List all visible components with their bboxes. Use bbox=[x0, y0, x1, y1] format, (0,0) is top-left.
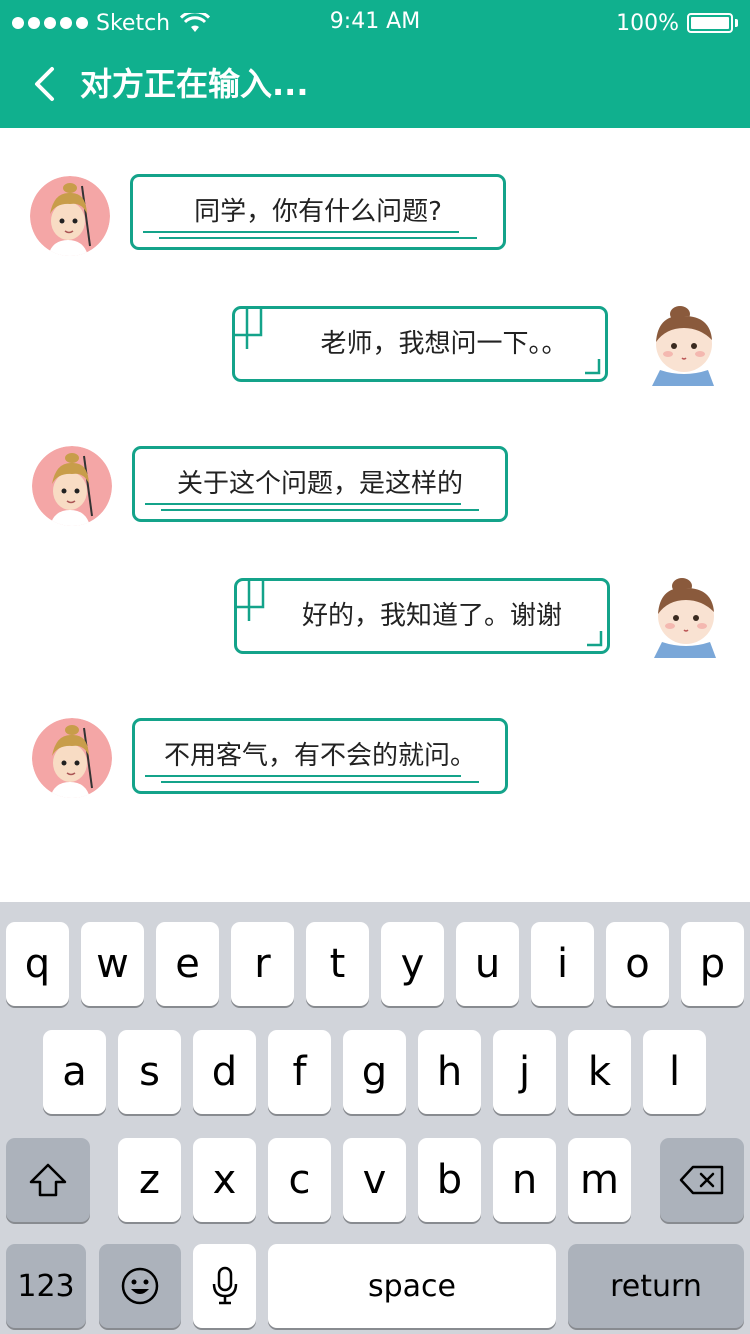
numbers-key[interactable]: 123 bbox=[6, 1244, 86, 1328]
student-avatar[interactable] bbox=[644, 572, 730, 658]
emoji-key[interactable] bbox=[99, 1244, 181, 1328]
key-g[interactable]: g bbox=[343, 1030, 406, 1114]
bubble-underline bbox=[145, 503, 461, 505]
back-button[interactable] bbox=[24, 62, 64, 106]
chevron-left-icon bbox=[35, 67, 54, 101]
key-v[interactable]: v bbox=[343, 1138, 406, 1222]
message-bubble-received[interactable]: 同学，你有什么问题? bbox=[130, 174, 506, 250]
bubble-underline bbox=[161, 509, 479, 511]
key-f[interactable]: f bbox=[268, 1030, 331, 1114]
key-y[interactable]: y bbox=[381, 922, 444, 1006]
key-e[interactable]: e bbox=[156, 922, 219, 1006]
message-text: 关于这个问题，是这样的 bbox=[176, 469, 463, 499]
key-o[interactable]: o bbox=[606, 922, 669, 1006]
key-m[interactable]: m bbox=[568, 1138, 631, 1222]
teacher-avatar[interactable] bbox=[30, 176, 110, 256]
battery-percent: 100% bbox=[616, 10, 679, 36]
bubble-corner-decoration bbox=[585, 359, 601, 375]
key-s[interactable]: s bbox=[118, 1030, 181, 1114]
microphone-icon bbox=[212, 1266, 237, 1305]
bubble-underline bbox=[161, 781, 479, 783]
key-k[interactable]: k bbox=[568, 1030, 631, 1114]
message-bubble-received[interactable]: 关于这个问题，是这样的 bbox=[132, 446, 508, 522]
dictation-key[interactable] bbox=[193, 1244, 256, 1328]
teacher-avatar[interactable] bbox=[32, 446, 112, 526]
key-w[interactable]: w bbox=[81, 922, 144, 1006]
bubble-corner-decoration bbox=[235, 309, 263, 349]
key-h[interactable]: h bbox=[418, 1030, 481, 1114]
backspace-icon bbox=[679, 1165, 724, 1195]
key-d[interactable]: d bbox=[193, 1030, 256, 1114]
key-p[interactable]: p bbox=[681, 922, 744, 1006]
keyboard: q w e r t y u i o p a s d f g h j k l z … bbox=[0, 902, 750, 1334]
key-r[interactable]: r bbox=[231, 922, 294, 1006]
message-text: 好的，我知道了。谢谢 bbox=[301, 601, 562, 631]
shift-key[interactable] bbox=[6, 1138, 90, 1222]
message-text: 不用客气，有不会的就问。 bbox=[163, 741, 476, 771]
key-q[interactable]: q bbox=[6, 922, 69, 1006]
key-u[interactable]: u bbox=[456, 922, 519, 1006]
bubble-underline bbox=[145, 775, 461, 777]
shift-icon bbox=[29, 1163, 67, 1197]
key-x[interactable]: x bbox=[193, 1138, 256, 1222]
battery-icon bbox=[687, 13, 733, 33]
top-bar: Sketch 9:41 AM 100% 对方正在输入... bbox=[0, 0, 750, 128]
bubble-underline bbox=[159, 237, 477, 239]
message-text: 老师，我想问一下。。 bbox=[320, 329, 568, 359]
emoji-icon bbox=[121, 1267, 159, 1305]
space-key[interactable]: space bbox=[268, 1244, 556, 1328]
bubble-corner-decoration bbox=[587, 631, 603, 647]
bubble-underline bbox=[143, 231, 459, 233]
page-title: 对方正在输入... bbox=[80, 65, 309, 103]
delete-key[interactable] bbox=[660, 1138, 744, 1222]
chat-area[interactable]: 同学，你有什么问题? 老师，我想问一下。。 关于这个问题，是这样的 好的，我知道… bbox=[0, 128, 750, 902]
student-avatar[interactable] bbox=[642, 300, 728, 386]
key-l[interactable]: l bbox=[643, 1030, 706, 1114]
teacher-avatar[interactable] bbox=[32, 718, 112, 798]
message-text: 同学，你有什么问题? bbox=[194, 197, 442, 227]
key-c[interactable]: c bbox=[268, 1138, 331, 1222]
chat-screen: Sketch 9:41 AM 100% 对方正在输入... 同学，你有什么问题?… bbox=[0, 0, 750, 1334]
key-n[interactable]: n bbox=[493, 1138, 556, 1222]
key-j[interactable]: j bbox=[493, 1030, 556, 1114]
key-i[interactable]: i bbox=[531, 922, 594, 1006]
message-bubble-received[interactable]: 不用客气，有不会的就问。 bbox=[132, 718, 508, 794]
return-key[interactable]: return bbox=[568, 1244, 744, 1328]
message-bubble-sent[interactable]: 老师，我想问一下。。 bbox=[232, 306, 608, 382]
status-right: 100% bbox=[616, 9, 738, 37]
key-b[interactable]: b bbox=[418, 1138, 481, 1222]
message-bubble-sent[interactable]: 好的，我知道了。谢谢 bbox=[234, 578, 610, 654]
key-t[interactable]: t bbox=[306, 922, 369, 1006]
key-a[interactable]: a bbox=[43, 1030, 106, 1114]
key-z[interactable]: z bbox=[118, 1138, 181, 1222]
battery-tip bbox=[735, 19, 738, 27]
